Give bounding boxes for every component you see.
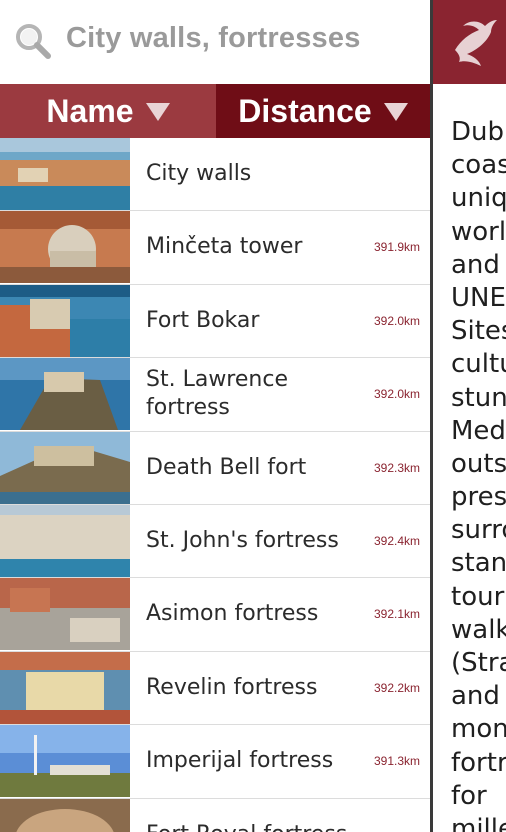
item-distance: 392.2km xyxy=(373,680,420,695)
search-bar[interactable]: City walls, fortresses xyxy=(0,0,430,84)
sort-by-name-tab[interactable]: Name xyxy=(0,84,216,138)
description-line: UNE xyxy=(451,282,506,313)
item-name: Death Bell fort xyxy=(146,454,307,480)
description-line: cultu xyxy=(451,349,506,380)
description-line: outs xyxy=(451,448,506,479)
item-name: Fort Royal fortress xyxy=(146,799,356,832)
list-panel: City walls, fortresses Name Distance Cit… xyxy=(0,0,430,832)
list-item[interactable]: City walls xyxy=(0,138,430,212)
description-line: walk xyxy=(451,614,506,645)
list-item[interactable]: Asimon fortress 392.1km xyxy=(0,578,430,652)
list-item[interactable]: Revelin fortress 392.2km xyxy=(0,651,430,726)
item-name: Imperijal fortress xyxy=(146,748,334,774)
sort-triangle-icon xyxy=(145,103,170,121)
sort-distance-label: Distance xyxy=(238,92,372,129)
description-text: DubcoasuniqworlandUNESitescultustunMedou… xyxy=(451,116,506,832)
description-line: for xyxy=(451,780,487,811)
bird-logo-icon xyxy=(433,20,506,88)
list-item[interactable]: Fort Bokar 392.0km xyxy=(0,284,430,359)
thumbnail-image xyxy=(0,284,130,357)
item-distance: 392.3km xyxy=(373,460,420,475)
description-line: and xyxy=(451,681,500,712)
thumbnail-image xyxy=(0,651,130,724)
description-line: coas xyxy=(451,150,506,181)
sort-triangle-icon xyxy=(383,103,408,121)
thumbnail-image xyxy=(0,725,130,798)
list-item[interactable]: St. Lawrence fortress 392.0km xyxy=(0,358,430,432)
list-item[interactable]: Fort Royal fortress xyxy=(0,798,430,832)
item-distance: 391.9km xyxy=(373,240,420,255)
list-item[interactable]: Minčeta tower 391.9km xyxy=(0,211,430,285)
list-item[interactable]: St. John's fortress 392.4km xyxy=(0,504,430,579)
item-distance: 392.0km xyxy=(373,313,420,328)
thumbnail-image xyxy=(0,138,130,210)
description-line: stun xyxy=(451,382,506,413)
item-name: City walls xyxy=(146,161,252,186)
item-name: Minčeta tower xyxy=(146,234,303,260)
thumbnail-image xyxy=(0,504,130,577)
item-distance: 392.0km xyxy=(373,387,420,402)
description-line: surro xyxy=(451,515,506,546)
description-line: and xyxy=(451,249,500,280)
fortress-list: City walls Minčeta tower 391.9km Fort Bo… xyxy=(0,138,430,832)
description-line: stanc xyxy=(451,548,506,579)
description-line: Sites xyxy=(451,316,506,347)
item-distance: 391.3km xyxy=(373,754,420,769)
description-line: Dub xyxy=(451,117,505,147)
description-line: fortr xyxy=(451,747,506,778)
item-name: St. John's fortress xyxy=(146,527,339,553)
sort-name-label: Name xyxy=(46,92,134,129)
item-name: St. Lawrence fortress xyxy=(146,367,288,421)
thumbnail-image xyxy=(0,358,130,431)
detail-panel[interactable]: DubcoasuniqworlandUNESitescultustunMedou… xyxy=(430,0,506,832)
thumbnail-image xyxy=(0,578,130,651)
thumbnail-image xyxy=(0,798,130,832)
category-title: City walls, fortresses xyxy=(66,22,361,54)
description-line: pres xyxy=(451,482,506,513)
description-line: mille xyxy=(451,813,506,832)
description-line: (Stra xyxy=(451,648,506,678)
logo-tab[interactable] xyxy=(433,0,506,84)
description-line: mon xyxy=(451,714,506,745)
description-line: worl xyxy=(451,216,506,247)
item-name: Fort Bokar xyxy=(146,307,260,333)
list-item[interactable]: Imperijal fortress 391.3km xyxy=(0,725,430,799)
item-distance: 392.4km xyxy=(373,533,420,548)
thumbnail-image xyxy=(0,211,130,284)
sort-by-distance-tab[interactable]: Distance xyxy=(216,84,430,138)
search-icon[interactable] xyxy=(14,22,54,62)
thumbnail-image xyxy=(0,431,130,504)
item-distance: 392.1km xyxy=(373,607,420,622)
list-item[interactable]: Death Bell fort 392.3km xyxy=(0,431,430,505)
description-line: Med xyxy=(451,415,506,446)
item-name: Revelin fortress xyxy=(146,674,318,700)
item-name: Asimon fortress xyxy=(146,601,319,627)
description-line: touri xyxy=(451,581,506,612)
sort-bar: Name Distance xyxy=(0,84,430,138)
description-line: uniq xyxy=(451,183,506,214)
